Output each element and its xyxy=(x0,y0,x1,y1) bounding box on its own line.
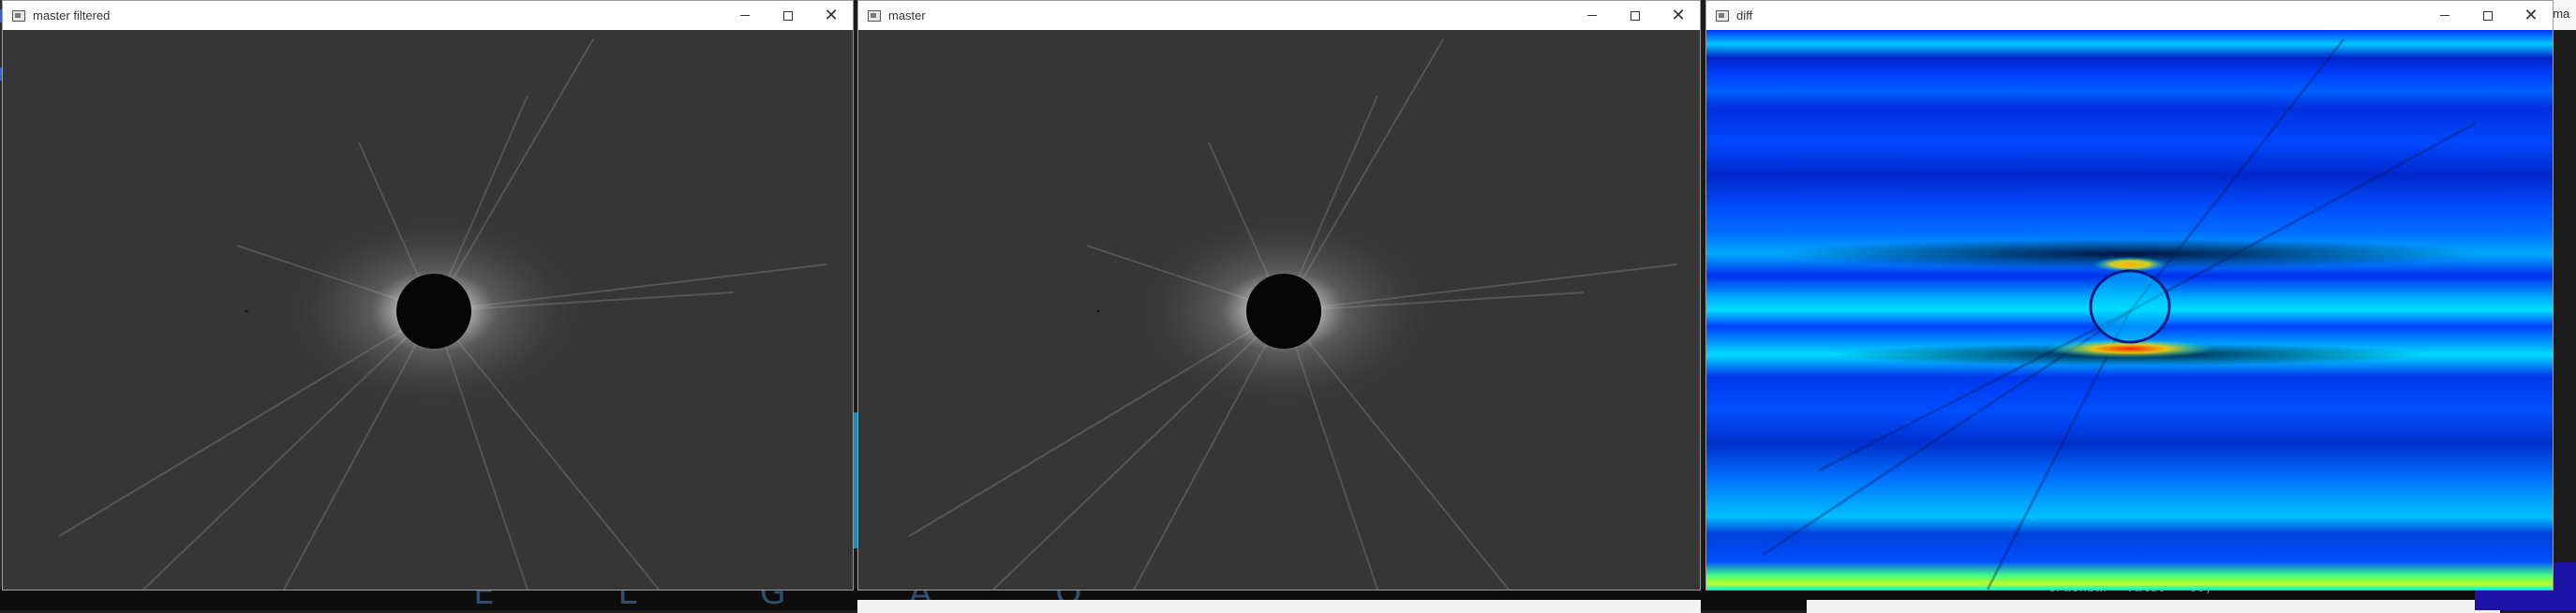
window-diff[interactable]: diff ✕ xyxy=(1705,0,2554,591)
minimize-icon xyxy=(740,15,750,16)
close-button[interactable]: ✕ xyxy=(1657,1,1700,30)
maximize-button[interactable] xyxy=(1614,1,1657,30)
eclipse-corona-graphic xyxy=(908,38,1678,590)
maximize-button[interactable] xyxy=(767,1,810,30)
window-app-icon xyxy=(12,9,25,22)
image-canvas[interactable] xyxy=(858,30,1700,590)
close-button[interactable]: ✕ xyxy=(810,1,853,30)
close-icon: ✕ xyxy=(2524,5,2539,25)
window-app-icon xyxy=(1716,9,1729,22)
eclipse-image xyxy=(858,30,1700,590)
window-titlebar[interactable]: master ✕ xyxy=(858,1,1700,30)
moon-disk xyxy=(396,274,471,349)
maximize-icon xyxy=(2483,10,2493,21)
window-titlebar[interactable]: diff ✕ xyxy=(1706,1,2553,30)
image-speck xyxy=(1096,309,1100,313)
window-title: master xyxy=(888,8,926,22)
minimize-icon xyxy=(1587,15,1597,16)
image-speck xyxy=(245,309,248,313)
background-window-titlebar xyxy=(1807,600,2500,613)
moon-outline xyxy=(2089,269,2171,344)
close-icon: ✕ xyxy=(824,5,839,25)
window-master-filtered[interactable]: master filtered ✕ xyxy=(2,0,854,591)
difference-heatmap-graphic xyxy=(1762,38,2476,590)
image-canvas[interactable] xyxy=(1706,30,2553,590)
minimize-button[interactable] xyxy=(723,1,767,30)
difference-heatmap xyxy=(1706,30,2553,590)
window-master[interactable]: master ✕ xyxy=(857,0,1701,591)
background-window-titlebar xyxy=(857,600,1701,613)
window-title: master filtered xyxy=(33,8,111,22)
minimize-icon xyxy=(2440,15,2449,16)
minimize-button[interactable] xyxy=(2423,1,2466,30)
maximize-button[interactable] xyxy=(2466,1,2509,30)
maximize-icon xyxy=(783,10,793,21)
close-button[interactable]: ✕ xyxy=(2509,1,2553,30)
window-titlebar[interactable]: master filtered ✕ xyxy=(3,1,853,30)
close-icon: ✕ xyxy=(1671,5,1686,25)
moon-disk xyxy=(1246,274,1321,349)
eclipse-image xyxy=(3,30,853,590)
window-app-icon xyxy=(868,9,881,22)
eclipse-corona-graphic xyxy=(58,38,828,590)
minimize-button[interactable] xyxy=(1571,1,1614,30)
window-title: diff xyxy=(1736,8,1753,22)
maximize-icon xyxy=(1630,10,1640,21)
image-canvas[interactable] xyxy=(3,30,853,590)
